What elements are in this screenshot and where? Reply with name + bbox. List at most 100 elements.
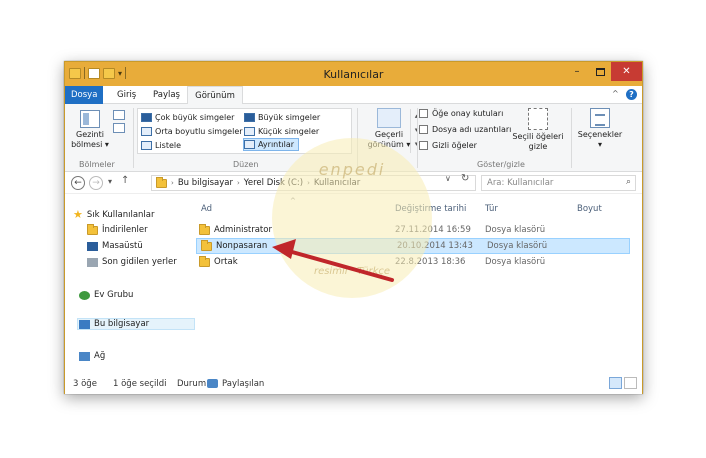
chevron-right-icon[interactable]: › (171, 179, 174, 187)
network-icon (79, 351, 90, 361)
nav-homegroup[interactable]: Ev Grubu (79, 290, 133, 300)
nav-favorites[interactable]: ★ Sık Kullanılanlar (73, 208, 155, 221)
file-list: ^ Ad Değiştirme tarihi Tür Boyut Adminis… (195, 194, 642, 372)
layout-option-label: Çok büyük simgeler (155, 113, 235, 122)
maximize-button[interactable] (589, 62, 611, 81)
file-type: Dosya klasörü (487, 241, 548, 251)
current-view-button[interactable]: Geçerli görünüm ▾ (363, 108, 415, 150)
downloads-folder-icon (87, 223, 98, 235)
minimize-button[interactable]: – (565, 62, 589, 81)
file-name-text: Administrator (214, 225, 272, 235)
tab-home[interactable]: Giriş (111, 86, 142, 104)
nav-label: İndirilenler (102, 225, 148, 235)
layout-list[interactable]: Listele (141, 139, 181, 152)
list-icon (141, 141, 152, 150)
details-pane-icon[interactable] (113, 123, 125, 133)
folder-icon (201, 239, 212, 251)
title-bar[interactable]: ▾ Kullanıcılar – ✕ (65, 62, 642, 86)
window-title: Kullanıcılar (323, 68, 384, 81)
small-icons-icon (244, 127, 255, 136)
search-placeholder: Ara: Kullanıcılar (487, 178, 554, 188)
checkbox[interactable] (419, 125, 428, 134)
tab-share[interactable]: Paylaş (147, 86, 186, 104)
details-icon (244, 140, 255, 149)
file-extensions-toggle[interactable]: Dosya adı uzantıları (419, 125, 511, 134)
nav-this-pc[interactable]: Bu bilgisayar (77, 318, 195, 330)
large-icons-view-button[interactable] (624, 377, 637, 389)
breadcrumb-this-pc[interactable]: Bu bilgisayar (178, 178, 233, 188)
column-header-date[interactable]: Değiştirme tarihi (395, 204, 466, 214)
file-name-text: Nonpasaran (216, 241, 268, 251)
nav-label: Ev Grubu (94, 290, 134, 300)
table-row[interactable]: Ortak 22.8.2013 18:36 Dosya klasörü (195, 254, 629, 270)
checkbox[interactable] (419, 109, 428, 118)
homegroup-icon (79, 290, 90, 300)
layout-option-label: Büyük simgeler (258, 113, 321, 122)
medium-icons-icon (141, 127, 152, 136)
layout-large-icons[interactable]: Büyük simgeler (244, 111, 320, 124)
hidden-items-toggle[interactable]: Gizli öğeler (419, 141, 477, 150)
item-checkboxes-toggle[interactable]: Öğe onay kutuları (419, 109, 503, 118)
hide-selected-items-button[interactable]: Seçili öğeleri gizle (507, 108, 569, 152)
file-name-text: Ortak (214, 257, 238, 267)
layout-option-label: Küçük simgeler (258, 127, 320, 136)
nav-downloads[interactable]: İndirilenler (87, 223, 148, 235)
group-divider (571, 108, 572, 168)
breadcrumb-local-disk[interactable]: Yerel Disk (C:) (244, 178, 303, 188)
breadcrumb-users[interactable]: Kullanıcılar (314, 178, 360, 188)
layout-option-label: Orta boyutlu simgeler (155, 127, 243, 136)
recent-locations-chevron-icon[interactable]: ▾ (108, 177, 112, 186)
table-row[interactable]: Nonpasaran 20.10.2014 13:43 Dosya klasör… (196, 238, 630, 254)
collapse-ribbon-icon[interactable]: ^ (612, 89, 619, 98)
file-name: Administrator (199, 223, 272, 235)
layout-small-icons[interactable]: Küçük simgeler (244, 125, 319, 138)
tab-view[interactable]: Görünüm (187, 86, 243, 105)
help-icon[interactable]: ? (626, 89, 637, 100)
checkbox[interactable] (419, 141, 428, 150)
file-date: 22.8.2013 18:36 (395, 257, 466, 267)
sort-indicator-icon: ^ (290, 197, 296, 205)
column-header-type[interactable]: Tür (485, 204, 498, 214)
details-view-button[interactable] (609, 377, 622, 389)
column-header-name[interactable]: Ad (201, 204, 212, 214)
layout-medium-icons[interactable]: Orta boyutlu simgeler (141, 125, 243, 138)
recent-places-icon (87, 257, 98, 267)
forward-button[interactable]: → (89, 176, 103, 190)
nav-recent-places[interactable]: Son gidilen yerler (87, 257, 177, 267)
status-label: Durum: (177, 379, 209, 389)
file-name: Nonpasaran (201, 239, 268, 251)
checkbox-label: Öğe onay kutuları (432, 109, 504, 118)
maximize-icon (595, 67, 605, 76)
nav-desktop[interactable]: Masaüstü (87, 241, 143, 251)
explorer-window: ▾ Kullanıcılar – ✕ Dosya Giriş Paylaş Gö… (64, 61, 643, 394)
tab-file[interactable]: Dosya (65, 86, 103, 104)
status-shared: Paylaşılan (222, 379, 265, 389)
table-row[interactable]: Administrator 27.11.2014 16:59 Dosya kla… (195, 222, 629, 238)
column-header-size[interactable]: Boyut (577, 204, 602, 214)
folder-icon (199, 255, 210, 267)
group-divider (417, 108, 418, 168)
nav-label: Bu bilgisayar (94, 319, 150, 329)
search-icon[interactable]: ⌕ (626, 177, 631, 187)
back-button[interactable]: ← (71, 176, 85, 190)
navigation-pane-button[interactable]: Gezinti bölmesi ▾ (71, 110, 109, 150)
file-date: 20.10.2014 13:43 (397, 241, 473, 251)
nav-label: Son gidilen yerler (102, 257, 177, 267)
refresh-icon[interactable]: ↻ (461, 173, 469, 184)
search-input[interactable]: Ara: Kullanıcılar ⌕ (481, 175, 636, 191)
chevron-right-icon[interactable]: › (237, 179, 240, 187)
close-button[interactable]: ✕ (611, 62, 642, 81)
layout-details[interactable]: Ayrıntılar (243, 138, 300, 151)
extra-large-icons-icon (141, 113, 152, 122)
layout-gallery: Çok büyük simgeler Büyük simgeler Orta b… (137, 108, 418, 154)
address-history-chevron-icon[interactable]: ∨ (445, 174, 451, 183)
nav-network[interactable]: Ağ (79, 351, 105, 361)
nav-label: Ağ (94, 351, 106, 361)
chevron-right-icon[interactable]: › (307, 179, 310, 187)
address-bar[interactable]: › Bu bilgisayar › Yerel Disk (C:) › Kull… (151, 175, 476, 191)
options-button[interactable]: Seçenekler ▾ (573, 108, 627, 150)
layout-extra-large-icons[interactable]: Çok büyük simgeler (141, 111, 234, 124)
layout-option-label: Ayrıntılar (258, 140, 295, 149)
up-arrow-icon[interactable]: ↑ (121, 175, 129, 186)
preview-pane-icon[interactable] (113, 110, 125, 120)
